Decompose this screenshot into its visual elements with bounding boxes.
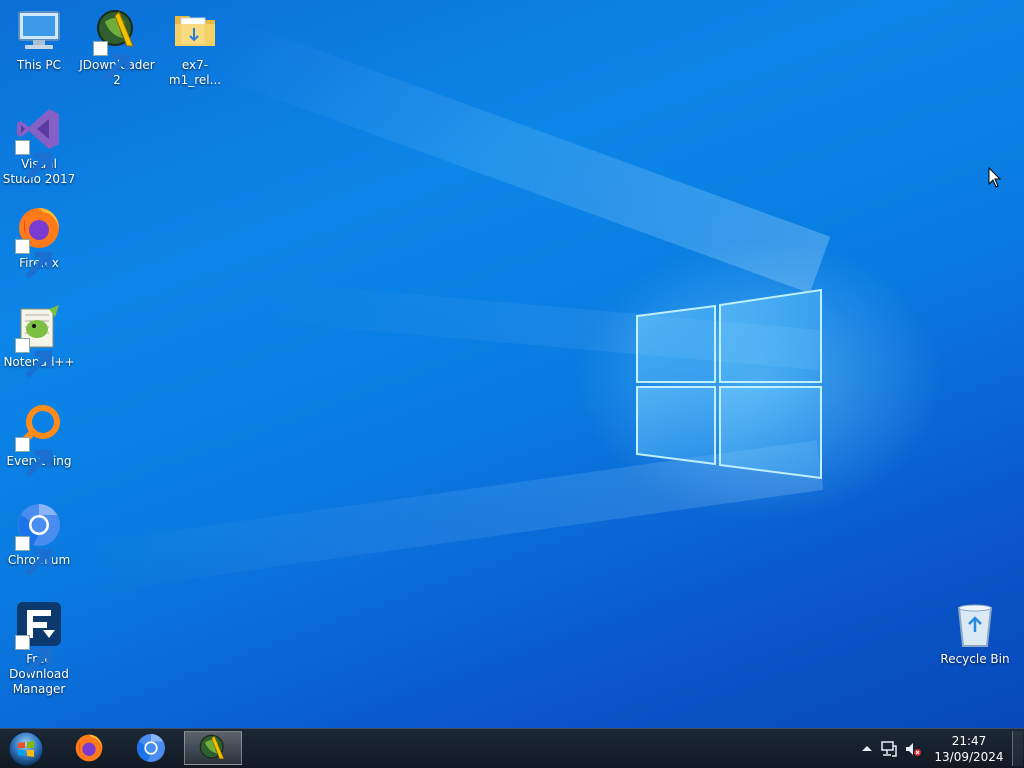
recycle-bin-icon — [951, 600, 999, 648]
network-icon[interactable] — [880, 740, 898, 758]
firefox-icon — [15, 204, 63, 280]
notepad-plus-plus-icon — [15, 303, 63, 379]
desktop-icon-folder[interactable]: ex7-m1_rel... — [157, 0, 233, 88]
taskbar-firefox-button[interactable] — [60, 731, 118, 765]
desktop-icon-label: This PC — [17, 58, 61, 72]
desktop-icon-visual-studio[interactable]: Visual Studio 2017 — [1, 99, 77, 187]
light-beam — [208, 17, 831, 294]
desktop-icon-label: ex7-m1_rel... — [168, 58, 222, 87]
desktop-icon-free-download-manager[interactable]: Free Download Manager — [1, 594, 77, 697]
firefox-icon — [75, 734, 103, 762]
start-orb-icon[interactable] — [6, 730, 46, 768]
folder-icon — [171, 6, 219, 54]
taskbar: 21:47 13/09/2024 — [0, 728, 1024, 768]
desktop-icon-firefox[interactable]: Firefox — [1, 198, 77, 280]
show-hidden-icons-chevron[interactable] — [858, 740, 876, 758]
desktop-icon-this-pc[interactable]: This PC — [1, 0, 77, 73]
show-desktop-button[interactable] — [1012, 731, 1023, 766]
free-download-manager-icon — [15, 600, 63, 676]
windows-logo-wallpaper — [636, 288, 822, 480]
taskbar-jdownloader-button[interactable] — [184, 731, 242, 765]
jdownloader-icon — [199, 734, 225, 759]
shortcut-arrow-icon — [15, 437, 53, 478]
desktop-icon-jdownloader[interactable]: JDownloader 2 — [79, 0, 155, 88]
shortcut-arrow-icon — [15, 635, 53, 676]
shortcut-arrow-icon — [15, 338, 53, 379]
system-clock[interactable]: 21:47 13/09/2024 — [934, 733, 1004, 765]
desktop-icon-chromium[interactable]: Chromium — [1, 495, 77, 577]
taskbar-chromium-button[interactable] — [122, 731, 180, 765]
shortcut-arrow-icon — [93, 41, 131, 82]
computer-icon — [15, 6, 63, 54]
desktop-icon-label: Recycle Bin — [940, 652, 1010, 666]
desktop-icon-notepad-plus-plus[interactable]: Notepad++ — [1, 297, 77, 379]
desktop-icon-recycle-bin[interactable]: Recycle Bin — [937, 594, 1013, 667]
mouse-cursor-icon — [988, 167, 1002, 188]
shortcut-arrow-icon — [15, 140, 53, 181]
chromium-icon — [15, 501, 63, 577]
visual-studio-icon — [15, 105, 63, 181]
clock-time: 21:47 — [951, 734, 987, 748]
desktop-icon-everything[interactable]: Everything — [1, 396, 77, 478]
chromium-icon — [137, 734, 165, 762]
volume-muted-icon[interactable] — [904, 740, 922, 758]
jdownloader-icon — [93, 6, 141, 82]
shortcut-arrow-icon — [15, 536, 53, 577]
desktop[interactable]: This PC JDownloader 2 ex7-m1_rel... Visu… — [0, 0, 1024, 728]
clock-date: 13/09/2024 — [934, 750, 1004, 764]
everything-search-icon — [15, 402, 63, 478]
shortcut-arrow-icon — [15, 239, 53, 280]
